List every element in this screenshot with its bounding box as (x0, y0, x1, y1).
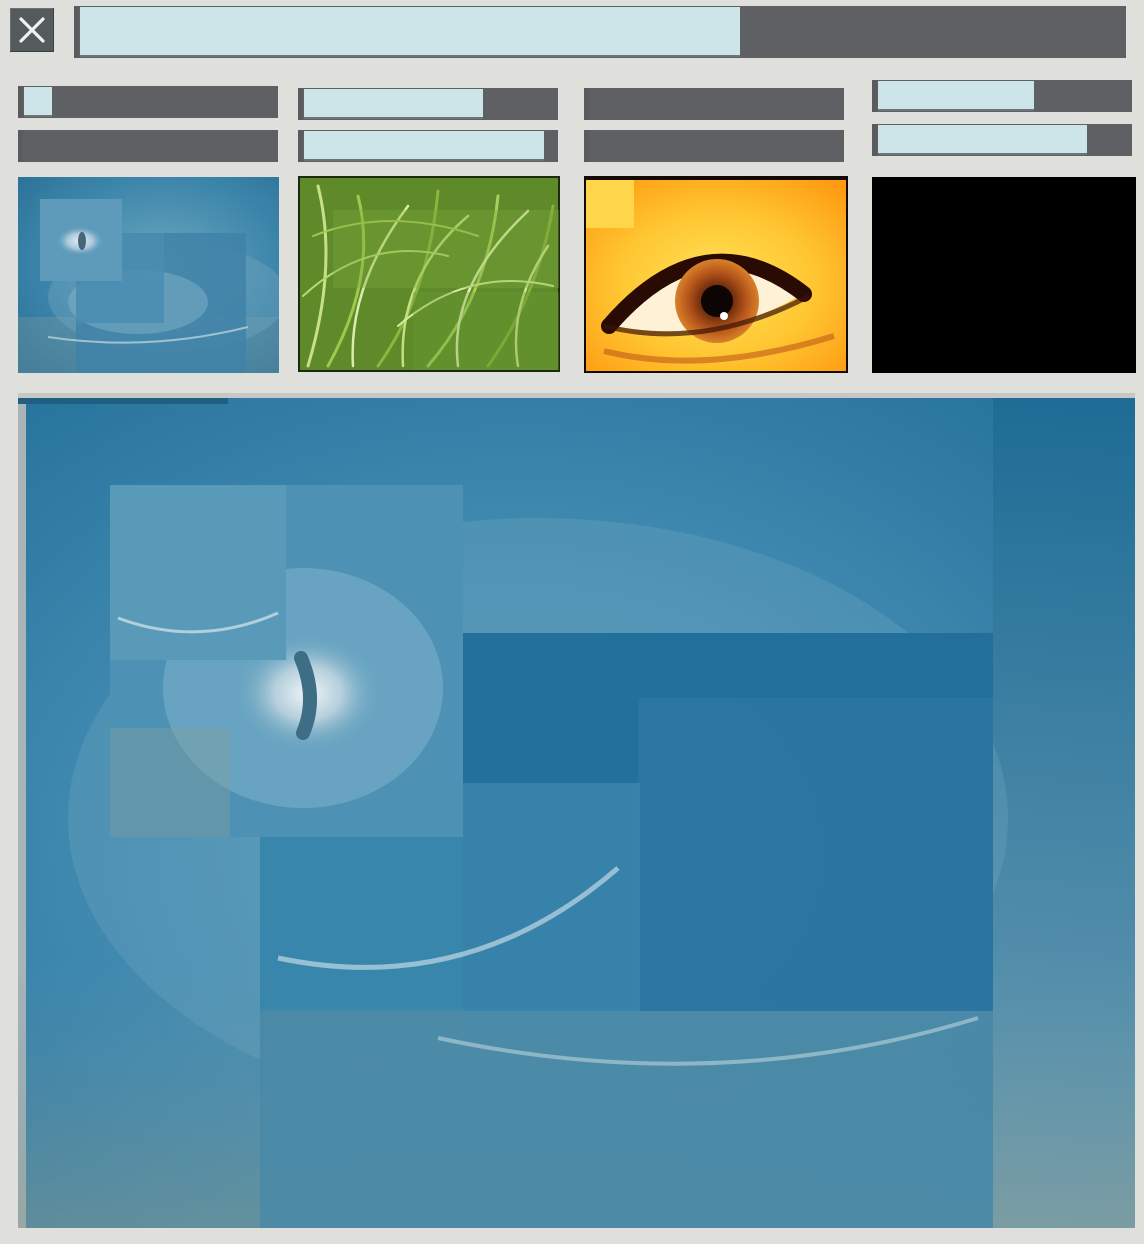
mix-bar-1b[interactable] (18, 130, 278, 162)
mix-bar-fill (304, 89, 483, 119)
mix-bar-fill (878, 125, 1088, 155)
main-progress-bar[interactable] (74, 6, 1126, 58)
mix-bar-4b[interactable] (872, 124, 1132, 156)
close-icon (19, 17, 45, 43)
mix-bar-1a[interactable] (18, 86, 278, 118)
preview-canvas[interactable] (18, 393, 1135, 1228)
thumbnail-inverted-eye[interactable] (18, 177, 279, 373)
mix-bar-fill (878, 81, 1034, 111)
main-progress-fill (80, 7, 740, 57)
mix-bar-2b[interactable] (298, 130, 558, 162)
mix-bar-2a[interactable] (298, 88, 558, 120)
mix-bar-fill (24, 87, 53, 117)
mix-bar-3b[interactable] (584, 130, 844, 162)
mix-bar-fill (304, 131, 544, 161)
thumbnail-grass[interactable] (298, 176, 560, 372)
thumbnail-eye-closeup[interactable] (584, 176, 848, 373)
mix-bar-4a[interactable] (872, 80, 1132, 112)
close-button[interactable] (10, 8, 54, 52)
thumbnail-black[interactable] (872, 177, 1136, 373)
mix-bar-3a[interactable] (584, 88, 844, 120)
